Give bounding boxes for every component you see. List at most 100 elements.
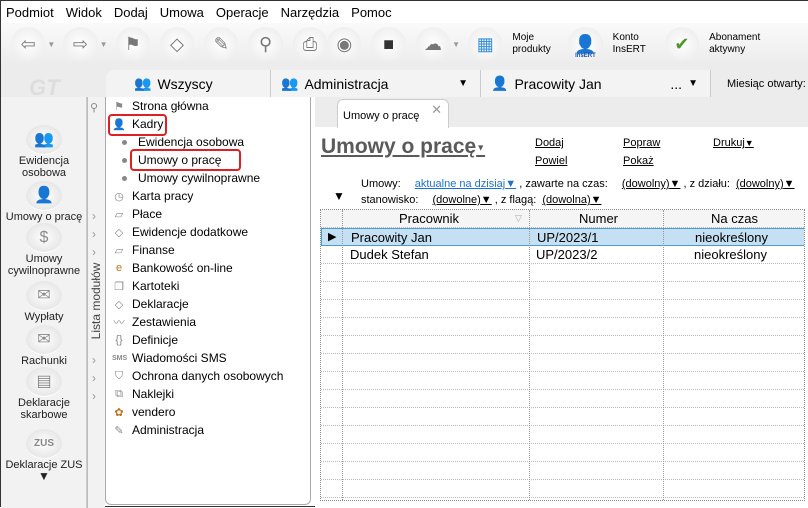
chevron-down-icon[interactable]: ▼ <box>452 40 460 49</box>
chevron-down-icon[interactable]: ▼ <box>688 78 698 89</box>
flag-icon[interactable]: ⚑ <box>115 27 150 61</box>
menu-bar: Podmiot Widok Dodaj Umowa Operacje Narzę… <box>1 1 808 23</box>
shield-check-icon[interactable]: ✔ <box>664 27 700 61</box>
umowy-value: aktualne na dzisiaj <box>414 178 506 190</box>
miesiac-otwarty-label: Miesiąc otwarty: <box>719 70 808 97</box>
tree-label: Umowy cywilnoprawne <box>138 171 261 185</box>
page-title[interactable]: Umowy o pracę▼ <box>321 135 485 159</box>
tree-naklejki[interactable]: ⧉ Naklejki <box>112 385 174 403</box>
empty-row <box>321 480 804 498</box>
empty-row <box>321 336 804 354</box>
zawarte-label: , zawarte na czas: <box>519 178 608 190</box>
content-panel: Umowy o pracę ✕ Umowy o pracę▼ Dodaj Powi… <box>315 97 808 508</box>
empty-row <box>321 264 804 282</box>
sidebar-item-wyplaty[interactable]: ✉ Wypłaty <box>1 281 87 323</box>
close-icon[interactable]: ✕ <box>431 102 442 118</box>
sidebar-item-deklaracje-skarbowe[interactable]: ▤ Deklaracje skarbowe <box>1 367 87 421</box>
dzial-filter[interactable]: (dowolny)▼ <box>736 178 795 190</box>
scroll-down-arrow-icon[interactable]: ▼ <box>1 469 87 483</box>
back-arrow-icon[interactable]: ⇦ <box>11 27 46 61</box>
chevron-down-icon[interactable]: ▼ <box>47 40 55 49</box>
box-icon[interactable]: ■ <box>371 27 406 61</box>
user-account-icon[interactable]: 👤 InsERT <box>568 27 603 61</box>
tab-umowy-o-prace[interactable]: Umowy o pracę ✕ <box>337 99 449 128</box>
column-header-numer[interactable]: Numer <box>579 211 618 226</box>
empty-row <box>321 282 804 300</box>
tab-pracownik[interactable]: 👤 Pracowity Jan... ▼ <box>481 70 711 97</box>
menu-dodaj[interactable]: Dodaj <box>114 5 148 20</box>
tree-ochrona-danych[interactable]: ⛉ Ochrona danych osobowych <box>112 367 284 385</box>
tab-administracja[interactable]: 👥 Administracja ▼ <box>271 70 481 97</box>
menu-pomoc[interactable]: Pomoc <box>351 5 391 20</box>
chevron-down-icon[interactable]: ▼ <box>458 78 468 89</box>
sidebar-item-rachunki[interactable]: ✉ Rachunki <box>1 325 87 367</box>
tree-karta-pracy[interactable]: ◷ Karta pracy <box>112 187 193 205</box>
tree-strona-glowna[interactable]: ⚑ Strona główna <box>112 97 209 115</box>
zawarte-filter[interactable]: (dowolny)▼ <box>622 178 681 190</box>
flaga-filter[interactable]: (dowolna)▼ <box>542 194 601 206</box>
tree-finanse[interactable]: ▱ Finanse <box>112 241 175 259</box>
abonament-button[interactable]: Abonament aktywny <box>709 32 795 56</box>
tree-ewidencje-dodatkowe[interactable]: ◇ Ewidencje dodatkowe <box>112 223 248 241</box>
tree-administracja[interactable]: ✎ Administracja <box>112 421 204 439</box>
stanowisko-filter[interactable]: (dowolne)▼ <box>432 194 491 206</box>
people-icon: 👥 <box>26 125 62 155</box>
drukuj-button[interactable]: Drukuj▼ <box>713 137 754 149</box>
dodaj-link[interactable]: Dodaj <box>535 137 564 149</box>
tree-deklaracje[interactable]: ◇ Deklaracje <box>112 295 189 313</box>
cards-icon: ❐ <box>114 280 124 293</box>
chevron-right-icon[interactable]: › <box>92 227 96 241</box>
sidebar-item-deklaracje-zus[interactable]: ZUS Deklaracje ZUS <box>1 429 87 471</box>
menu-operacje[interactable]: Operacje <box>216 5 269 20</box>
chevron-down-icon[interactable]: ▼ <box>100 40 108 49</box>
powiel-link[interactable]: Powiel <box>535 155 567 167</box>
column-header-pracownik[interactable]: Pracownik <box>399 211 459 226</box>
chevron-right-icon[interactable]: › <box>92 371 96 385</box>
chevron-right-icon[interactable]: › <box>92 209 96 223</box>
documents-icon: ▤ <box>26 367 62 397</box>
pokaz-link[interactable]: Pokaż <box>623 155 654 167</box>
sidebar-item-umowy-cywilnoprawne[interactable]: $ Umowy cywilnoprawne <box>1 223 87 277</box>
products-icon[interactable]: ▦ <box>468 27 503 61</box>
more-button[interactable]: ... <box>670 76 682 92</box>
menu-widok[interactable]: Widok <box>66 5 102 20</box>
sidebar-item-ewidencja[interactable]: 👥 Ewidencja osobowa <box>1 125 87 179</box>
tree-bankowosc[interactable]: e Bankowość on-line <box>112 259 233 277</box>
umowy-filter[interactable]: aktualne na dzisiaj▼ <box>415 178 516 190</box>
printer-icon[interactable]: ⎙ <box>292 27 328 61</box>
cloud-icon[interactable]: ☁ <box>415 27 451 61</box>
context-tabs: 👥 Wszyscy 👥 Administracja ▼ 👤 Pracowity Jan.… <box>1 65 808 97</box>
popraw-link[interactable]: Popraw <box>623 137 660 149</box>
konto-insert-button[interactable]: Konto InsERT <box>613 32 651 56</box>
chevron-right-icon[interactable]: › <box>92 389 96 403</box>
edit-icon[interactable]: ✎ <box>204 27 239 61</box>
chevron-right-icon[interactable]: › <box>92 353 96 367</box>
menu-podmiot[interactable]: Podmiot <box>6 5 54 20</box>
tree-sms[interactable]: SMS Wiadomości SMS <box>112 349 227 367</box>
tree-kartoteki[interactable]: ❐ Kartoteki <box>112 277 179 295</box>
column-header-na-czas[interactable]: Na czas <box>711 211 758 226</box>
sidebar-item-umowy-o-prace[interactable]: 👤 Umowy o pracę <box>1 181 87 223</box>
braces-icon: {} <box>115 334 123 346</box>
menu-umowa[interactable]: Umowa <box>160 5 204 20</box>
tree-vendero[interactable]: ✿ vendero <box>112 403 175 421</box>
tree-place[interactable]: ▱ Płace <box>112 205 162 223</box>
cell-na-czas: nieokreślony <box>694 247 767 262</box>
tab-wszyscy[interactable]: 👥 Wszyscy <box>106 70 271 97</box>
empty-row <box>321 498 804 500</box>
tree-umowy-cywilnoprawne[interactable]: Umowy cywilnoprawne <box>122 169 260 187</box>
table-row[interactable]: ▶ Pracowity Jan UP/2023/1 nieokreślony <box>321 228 804 246</box>
search-icon[interactable]: ⚲ <box>248 27 283 61</box>
pin-icon[interactable]: ⚲ <box>90 101 98 114</box>
dzial-label: , z działu: <box>683 178 730 190</box>
eraser-icon[interactable]: ◇ <box>159 27 195 61</box>
tree-definicje[interactable]: {} Definicje <box>112 331 178 349</box>
menu-narzedzia[interactable]: Narzędzia <box>281 5 340 20</box>
tree-zestawienia[interactable]: 〰 Zestawienia <box>112 313 197 331</box>
globe-icon[interactable]: ◉ <box>327 27 362 61</box>
collapse-filters-icon[interactable]: ▼ <box>333 189 345 203</box>
module-list-label[interactable]: Lista modułów <box>89 256 103 346</box>
forward-arrow-icon[interactable]: ⇨ <box>63 27 98 61</box>
table-row[interactable]: Dudek Stefan UP/2023/2 nieokreślony <box>321 246 804 264</box>
moje-produkty-button[interactable]: Moje produkty <box>512 32 554 56</box>
